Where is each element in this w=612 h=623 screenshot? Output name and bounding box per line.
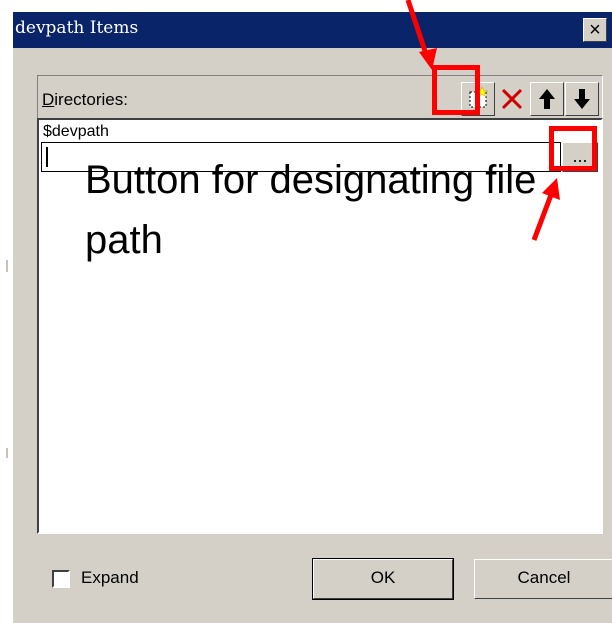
arrow-to-new-item — [405, 0, 437, 70]
annotation-arrows — [405, 0, 560, 241]
arrow-to-browse — [531, 178, 560, 241]
